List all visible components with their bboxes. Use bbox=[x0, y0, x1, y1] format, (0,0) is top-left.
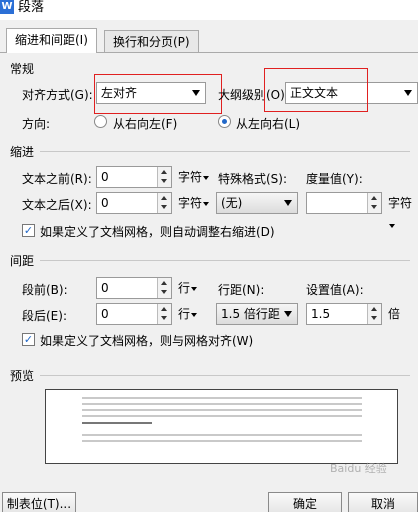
indent-heading: 缩进 bbox=[10, 145, 35, 159]
arrow-down-icon bbox=[161, 205, 167, 209]
line-spacing-value: 1.5 倍行距 bbox=[221, 307, 280, 321]
rtl-label: 从右向左(F) bbox=[113, 117, 178, 131]
highlight-box-outline bbox=[264, 68, 368, 112]
indent-before-label: 文本之前(R): bbox=[22, 172, 92, 186]
ok-button[interactable]: 确定 bbox=[268, 492, 342, 512]
watermark: Baidu 经验 bbox=[330, 462, 387, 475]
caret-down-icon bbox=[389, 223, 395, 228]
special-format-value: (无) bbox=[221, 196, 243, 210]
arrow-up-icon bbox=[161, 170, 167, 174]
space-after-unit[interactable]: 行 bbox=[178, 303, 198, 325]
preview-line bbox=[82, 409, 362, 411]
indent-after-unit[interactable]: 字符 bbox=[178, 192, 210, 214]
rtl-radio[interactable] bbox=[94, 115, 107, 128]
direction-label: 方向: bbox=[22, 117, 51, 131]
caret-down-icon bbox=[191, 286, 198, 291]
preview-heading: 预览 bbox=[10, 369, 35, 383]
line-spacing-label: 行距(N): bbox=[218, 283, 265, 297]
arrow-down-icon bbox=[161, 316, 167, 320]
space-before-label: 段前(B): bbox=[22, 283, 68, 297]
setting-value-value: 1.5 bbox=[311, 307, 331, 321]
ltr-radio[interactable] bbox=[218, 115, 231, 128]
preview-line-sample bbox=[82, 422, 152, 424]
space-after-input[interactable]: 0 bbox=[96, 303, 172, 325]
snap-to-grid-label: 如果定义了文档网格，则与网格对齐(W) bbox=[40, 334, 254, 348]
auto-right-indent-label: 如果定义了文档网格，则自动调整右缩进(D) bbox=[40, 225, 275, 239]
spacing-divider bbox=[40, 260, 410, 261]
stepper-buttons[interactable] bbox=[157, 278, 171, 298]
preview-line bbox=[82, 397, 362, 399]
space-after-value: 0 bbox=[101, 307, 109, 321]
cancel-button[interactable]: 取消 bbox=[348, 492, 418, 512]
arrow-up-icon bbox=[161, 281, 167, 285]
space-before-input[interactable]: 0 bbox=[96, 277, 172, 299]
stepper-buttons[interactable] bbox=[157, 167, 171, 187]
arrow-down-icon bbox=[161, 179, 167, 183]
space-after-unit-label: 行 bbox=[178, 307, 191, 321]
arrow-down-icon bbox=[371, 205, 377, 209]
highlight-box-alignment bbox=[94, 74, 222, 114]
space-before-unit-label: 行 bbox=[178, 281, 191, 295]
indent-before-value: 0 bbox=[101, 170, 109, 184]
indent-before-unit-label: 字符 bbox=[178, 170, 203, 184]
indent-before-unit[interactable]: 字符 bbox=[178, 166, 210, 188]
indent-after-unit-label: 字符 bbox=[178, 196, 203, 210]
caret-down-icon bbox=[203, 175, 210, 180]
arrow-up-icon bbox=[161, 196, 167, 200]
arrow-down-icon bbox=[371, 316, 377, 320]
preview-line bbox=[82, 415, 362, 417]
line-spacing-select[interactable]: 1.5 倍行距 bbox=[216, 303, 298, 325]
measure-unit-label: 字符 bbox=[388, 196, 413, 210]
snap-to-grid-checkbox[interactable]: ✓ bbox=[22, 333, 35, 346]
chevron-down-icon bbox=[284, 311, 292, 317]
arrow-up-icon bbox=[371, 307, 377, 311]
caret-down-icon bbox=[191, 312, 198, 317]
setting-value-label: 设置值(A): bbox=[306, 283, 364, 297]
general-heading: 常规 bbox=[10, 62, 35, 76]
spacing-heading: 间距 bbox=[10, 254, 35, 268]
indent-before-input[interactable]: 0 bbox=[96, 166, 172, 188]
arrow-down-icon bbox=[161, 290, 167, 294]
window-title: 段落 bbox=[18, 0, 45, 15]
special-format-select[interactable]: (无) bbox=[216, 192, 298, 214]
special-format-label: 特殊格式(S): bbox=[218, 172, 288, 186]
arrow-up-icon bbox=[161, 307, 167, 311]
measure-unit[interactable]: 字符 bbox=[388, 192, 418, 236]
preview-divider bbox=[40, 375, 410, 376]
indent-after-input[interactable]: 0 bbox=[96, 192, 172, 214]
preview-line bbox=[82, 403, 362, 405]
preview-box bbox=[45, 389, 398, 464]
space-before-value: 0 bbox=[101, 281, 109, 295]
chevron-down-icon bbox=[284, 200, 292, 206]
alignment-label: 对齐方式(G): bbox=[22, 88, 93, 102]
stepper-buttons[interactable] bbox=[157, 193, 171, 213]
app-icon: W bbox=[0, 0, 14, 14]
preview-line bbox=[82, 434, 362, 436]
title-bar: W 段落 bbox=[0, 0, 418, 20]
setting-value-input[interactable]: 1.5 bbox=[306, 303, 382, 325]
setting-value-unit: 倍 bbox=[388, 307, 401, 321]
stepper-buttons[interactable] bbox=[157, 304, 171, 324]
auto-right-indent-checkbox[interactable]: ✓ bbox=[22, 224, 35, 237]
tab-line-page-breaks[interactable]: 换行和分页(P) bbox=[104, 30, 199, 52]
ltr-label: 从左向右(L) bbox=[236, 117, 301, 131]
indent-after-value: 0 bbox=[101, 196, 109, 210]
tab-indent-spacing[interactable]: 缩进和间距(I) bbox=[6, 28, 97, 53]
measure-input[interactable] bbox=[306, 192, 382, 214]
space-after-label: 段后(E): bbox=[22, 309, 67, 323]
stepper-buttons[interactable] bbox=[367, 193, 381, 213]
tabs-button[interactable]: 制表位(T)... bbox=[2, 492, 76, 512]
stepper-buttons[interactable] bbox=[367, 304, 381, 324]
preview-line bbox=[82, 440, 362, 442]
indent-divider bbox=[40, 151, 410, 152]
indent-after-label: 文本之后(X): bbox=[22, 198, 92, 212]
caret-down-icon bbox=[203, 201, 210, 206]
arrow-up-icon bbox=[371, 196, 377, 200]
chevron-down-icon bbox=[404, 90, 412, 96]
measure-label: 度量值(Y): bbox=[306, 172, 363, 186]
space-before-unit[interactable]: 行 bbox=[178, 277, 198, 299]
